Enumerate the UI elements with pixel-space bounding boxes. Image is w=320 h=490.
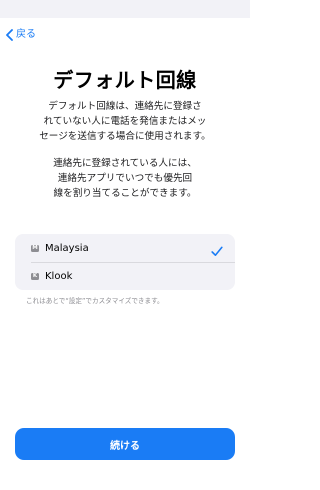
back-button[interactable]: 戻る — [6, 29, 36, 41]
chevron-left-icon — [6, 29, 13, 41]
description-line: 連絡先に登録されている人には、 — [53, 158, 197, 169]
description-line: れていない人に電話を発信またはメッ — [43, 116, 207, 127]
line-option-klook[interactable]: K Klook — [15, 262, 235, 290]
page-title: デフォルト回線 — [53, 68, 197, 92]
settings-note: これはあとで“設定”でカスタマイズできます。 — [26, 297, 164, 305]
line-option-label: Klook — [45, 270, 73, 282]
continue-button[interactable]: 続ける — [15, 428, 235, 460]
line-list: M Malaysia K Klook — [15, 234, 235, 290]
line-badge-icon: M — [31, 244, 39, 252]
description-line: デフォルト回線は、連絡先に登録さ — [48, 101, 202, 112]
sheet-backdrop — [0, 0, 250, 18]
description-line: セージを送信する場合に使用されます。 — [39, 131, 211, 142]
line-option-label: Malaysia — [45, 242, 89, 254]
description-line: 連絡先アプリでいつでも優先回 — [57, 173, 193, 184]
line-badge-icon: K — [31, 272, 39, 280]
back-button-label: 戻る — [16, 29, 36, 40]
default-line-screen: 戻る デフォルト回線 デフォルト回線は、連絡先に登録さ れていない人に電話を発信… — [0, 0, 250, 490]
description-paragraph-2: 連絡先に登録されている人には、 連絡先アプリでいつでも優先回 線を割り当てること… — [26, 156, 224, 201]
checkmark-icon — [211, 242, 223, 261]
line-option-malaysia[interactable]: M Malaysia — [15, 234, 235, 262]
description-line: 線を割り当てることができます。 — [53, 188, 197, 199]
description-paragraph-1: デフォルト回線は、連絡先に登録さ れていない人に電話を発信またはメッ セージを送… — [26, 99, 224, 144]
